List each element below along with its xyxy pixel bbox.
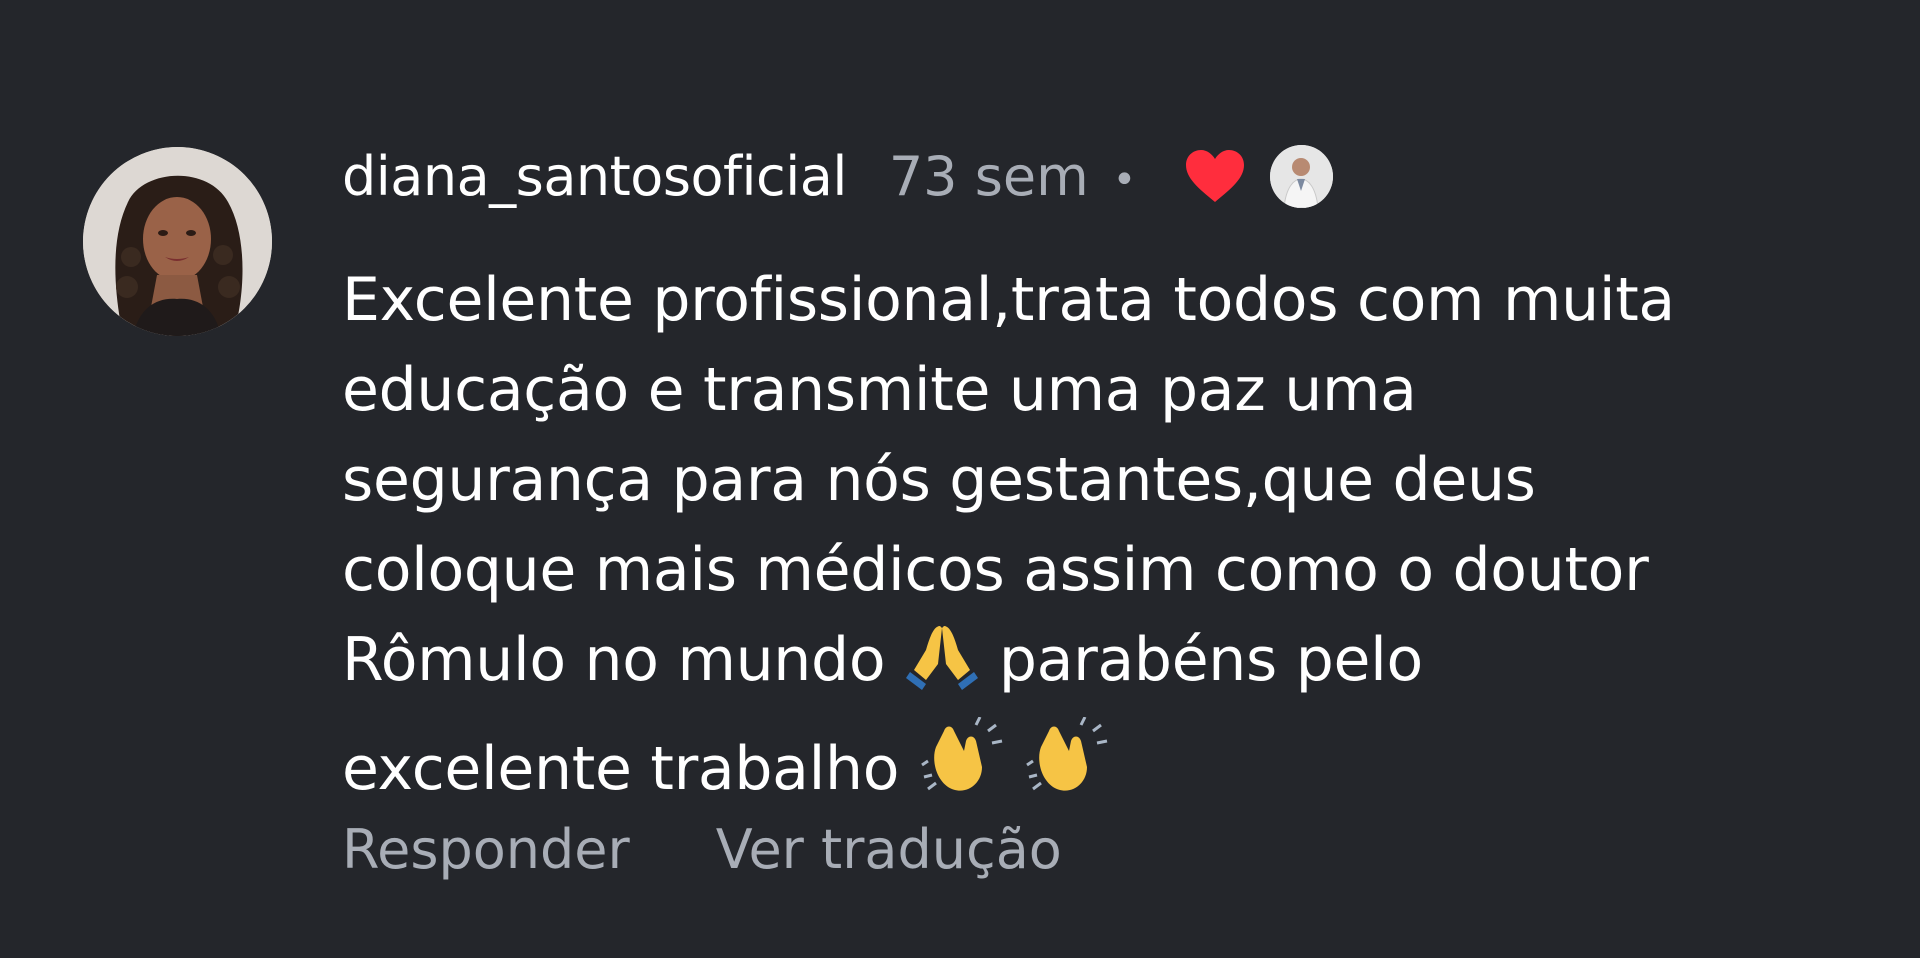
clapping-hands-icon [918, 716, 1004, 826]
comment-line-part: excelente trabalho [342, 734, 900, 804]
comment-actions: Responder Ver tradução [342, 818, 1062, 881]
meta-separator: • [1112, 157, 1137, 203]
comment-line: Excelente profissional,trata todos com m… [342, 265, 1675, 335]
comment-line: coloque mais médicos assim como o doutor [342, 535, 1649, 605]
folded-hands-icon [904, 620, 980, 717]
comment-line-with-emoji: excelente trabalho [342, 716, 1862, 826]
comment-meta: diana_santosoficial 73 sem • [342, 136, 1334, 216]
comment-line: educação e transmite uma paz uma [342, 355, 1417, 425]
author-avatar [1270, 144, 1334, 208]
comment: diana_santosoficial 73 sem • Excelente p… [0, 0, 1920, 958]
comment-line-part: Rômulo no mundo [342, 625, 886, 695]
username[interactable]: diana_santosoficial [342, 145, 847, 208]
comment-text: Excelente profissional,trata todos com m… [342, 255, 1862, 826]
comment-line: segurança para nós gestantes,que deus [342, 445, 1536, 515]
clapping-hands-icon [1023, 716, 1109, 826]
commenter-avatar[interactable] [83, 147, 272, 336]
comment-line-part: parabéns pelo [998, 625, 1423, 695]
comment-line-with-emoji: Rômulo no mundo parabéns pelo [342, 615, 1862, 717]
reply-button[interactable]: Responder [342, 818, 630, 881]
heart-icon[interactable] [1184, 148, 1246, 204]
translate-button[interactable]: Ver tradução [716, 818, 1062, 881]
timestamp: 73 sem [888, 144, 1089, 208]
